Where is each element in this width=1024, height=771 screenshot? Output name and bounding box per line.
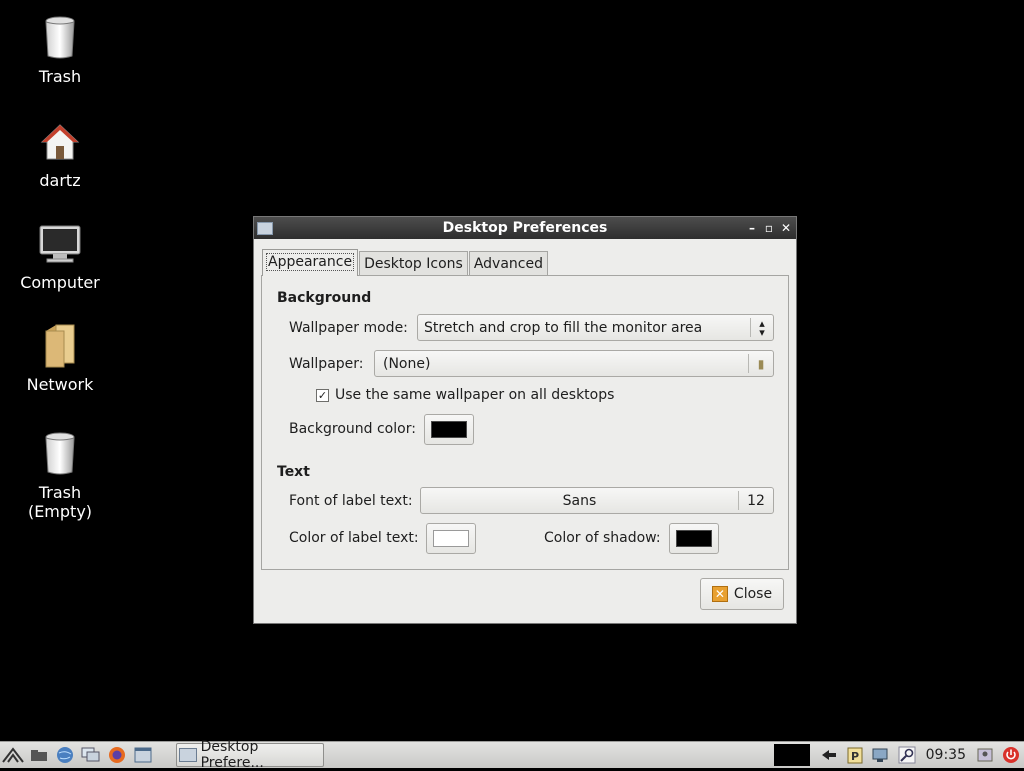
wallpaper-label: Wallpaper: [289,356,364,372]
font-button[interactable]: Sans 12 [420,487,774,514]
desktop-icon-label: Trash (Empty) [27,483,93,521]
firefox-icon[interactable] [104,744,130,766]
desktop-icon-network[interactable]: Network [10,322,110,394]
browser-globe-icon[interactable] [52,744,78,766]
close-button-label: Close [733,586,773,602]
window-icon [179,748,197,762]
maximize-icon[interactable]: ▫ [762,221,776,235]
close-button[interactable]: ✕ Close [700,578,784,610]
user-switch-icon[interactable] [972,744,998,766]
taskbar: Desktop Prefere... P 09:35 [0,739,1024,771]
desktop-icon-label: Trash [38,67,82,86]
desktop-preferences-window: Desktop Preferences – ▫ ✕ Appearance Des… [253,216,797,624]
file-manager-icon[interactable] [26,744,52,766]
network-folder-icon [36,322,84,370]
background-heading: Background [277,290,372,306]
wallpaper-file-chooser[interactable]: (None) ▮ [374,350,774,377]
close-icon: ✕ [711,586,728,602]
desktop-icon-label: dartz [39,171,81,190]
shadow-color-label: Color of shadow: [544,530,661,546]
window-title: Desktop Preferences [442,220,608,236]
power-icon[interactable] [998,744,1024,766]
svg-text:P: P [851,750,859,763]
tab-appearance[interactable]: Appearance [262,249,359,276]
shadow-color-button[interactable] [669,523,719,554]
font-name: Sans [562,492,597,509]
window-menu-icon[interactable] [257,221,273,235]
chevron-updown-icon: ▴ ▾ [759,316,765,339]
task-label: Desktop Prefere... [200,739,264,771]
same-wallpaper-label[interactable]: Use the same wallpaper on all desktops [335,387,614,403]
computer-icon [36,220,84,268]
label-color-swatch [433,530,469,547]
desktop-icon-trash[interactable]: Trash [10,14,110,86]
font-size: 12 [747,492,765,509]
show-desktop-icon[interactable] [78,744,104,766]
desktop-icon-label: Computer [20,273,100,292]
appearance-panel: Background Wallpaper mode: Stretch and c… [261,275,789,570]
background-color-swatch [431,421,467,438]
desktop-icon-trash-empty[interactable]: Trash (Empty) [10,430,110,521]
same-wallpaper-checkbox[interactable]: ✓ [316,389,329,402]
wallpaper-mode-combo[interactable]: Stretch and crop to fill the monitor are… [417,314,774,341]
network-status-icon[interactable] [868,744,894,766]
minimize-icon[interactable]: – [745,221,759,235]
text-heading: Text [277,464,310,480]
window-switch-icon[interactable] [130,744,156,766]
label-color-button[interactable] [426,523,476,554]
desktop-icon-label: Network [26,375,94,394]
file-icon: ▮ [757,356,765,371]
desktop-icon-home[interactable]: dartz [10,118,110,190]
search-icon[interactable] [894,744,920,766]
label-color-label: Color of label text: [289,530,419,546]
trash-icon [36,14,84,62]
title-bar[interactable]: Desktop Preferences – ▫ ✕ [254,217,796,239]
home-folder-icon [36,118,84,166]
pager-workspace[interactable] [773,744,810,766]
tab-desktop-icons[interactable]: Desktop Icons [359,251,468,276]
clock[interactable]: 09:35 [920,747,972,763]
wallpaper-mode-label: Wallpaper mode: [289,320,408,336]
start-menu-icon[interactable] [0,744,26,766]
desktop-icon-computer[interactable]: Computer [10,220,110,292]
shadow-color-swatch [676,530,712,547]
background-color-label: Background color: [289,421,416,437]
arrow-back-icon[interactable] [816,744,842,766]
wallpaper-value: (None) [383,355,431,372]
font-label: Font of label text: [289,493,413,509]
taskbar-task-desktop-preferences[interactable]: Desktop Prefere... [176,739,324,771]
trash-empty-icon [36,430,84,478]
close-window-icon[interactable]: ✕ [779,221,793,235]
background-color-button[interactable] [424,414,474,445]
wallpaper-mode-value: Stretch and crop to fill the monitor are… [424,319,703,336]
tab-bar: Appearance Desktop Icons Advanced [262,249,549,276]
clipboard-icon[interactable]: P [842,744,868,766]
tab-advanced[interactable]: Advanced [468,251,548,276]
